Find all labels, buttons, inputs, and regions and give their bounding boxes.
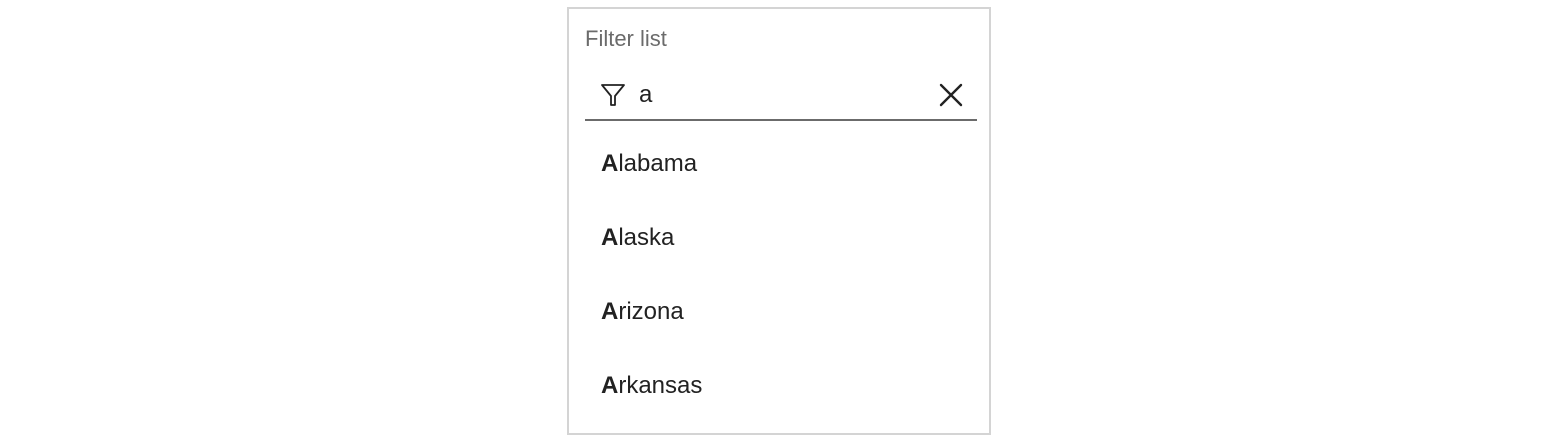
list-item-match: A [601,372,619,399]
list-item-rest: labama [618,150,698,177]
list-item-match: A [601,224,619,251]
list-item[interactable]: Arizona [569,275,989,349]
list-item[interactable]: Alabama [569,127,989,201]
list-item-match: A [601,298,619,325]
list-item-rest: rkansas [618,372,703,399]
filter-input[interactable] [639,77,919,113]
results-list: Alabama Alaska Arizona Arkansas [569,127,989,423]
list-item[interactable]: Alaska [569,201,989,275]
filter-list-label: Filter list [585,26,667,51]
filter-field[interactable] [585,71,977,121]
list-item-rest: rizona [618,298,684,325]
list-item-rest: laska [618,224,675,251]
filter-icon [601,84,625,106]
list-item[interactable]: Arkansas [569,349,989,423]
filter-list-panel: Filter list Alabama Alaska Arizona Arkan… [567,7,991,435]
close-icon[interactable] [937,81,965,109]
list-item-match: A [601,150,619,177]
